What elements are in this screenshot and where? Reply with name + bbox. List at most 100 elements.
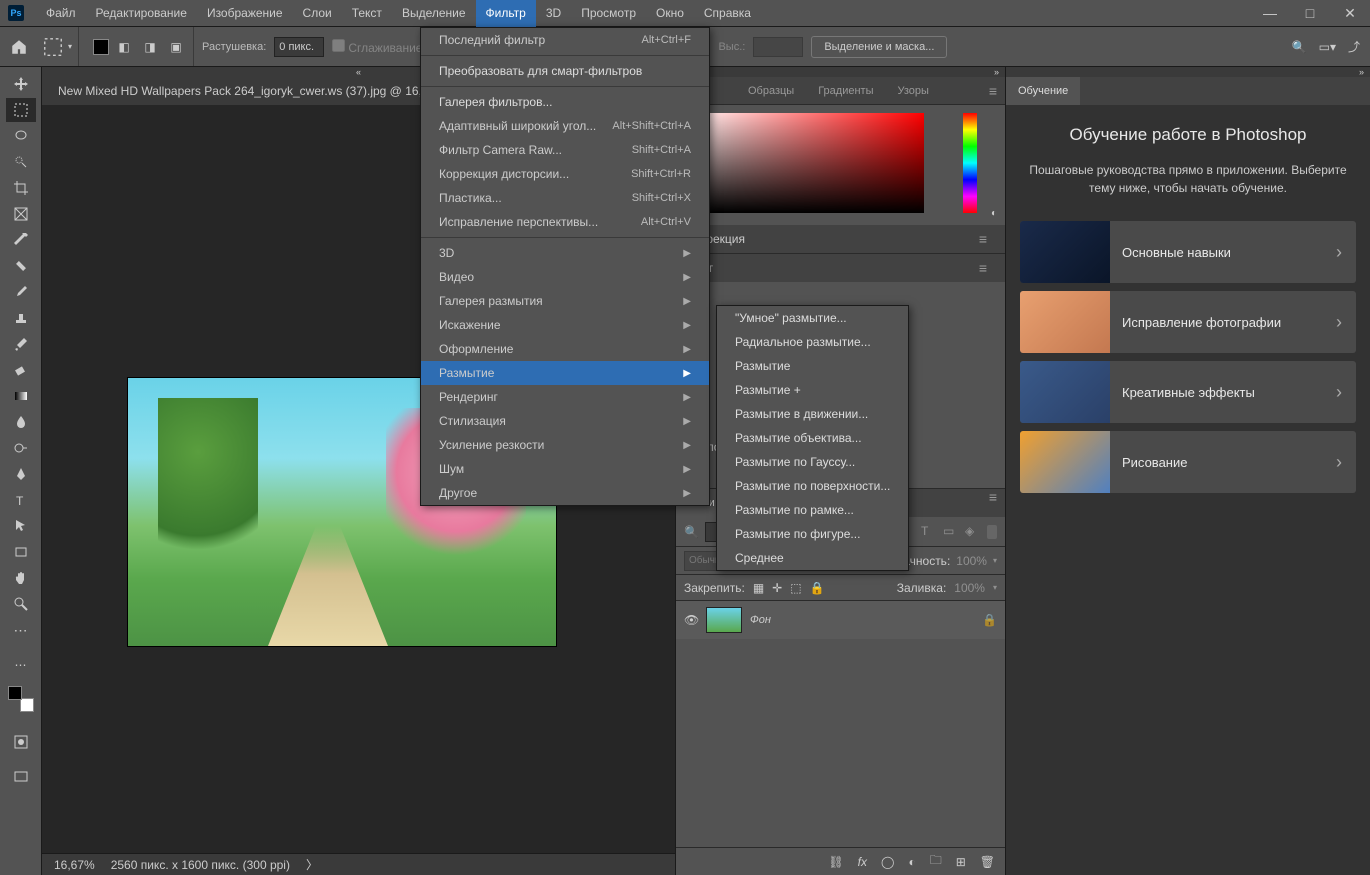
foreground-background-colors[interactable]	[6, 684, 36, 714]
lock-all-icon[interactable]: 🔒	[810, 581, 825, 595]
marquee-tool-icon[interactable]	[42, 36, 64, 58]
visibility-toggle-icon[interactable]: 👁	[684, 613, 698, 627]
pen-tool[interactable]	[6, 462, 36, 486]
share-icon[interactable]: ⤴	[1348, 38, 1360, 55]
fragment-panel-header[interactable]: мент≡	[676, 254, 1005, 282]
submenu-3d[interactable]: 3D▶	[421, 241, 709, 265]
menu-text[interactable]: Текст	[342, 0, 392, 27]
antialias-checkbox[interactable]: Сглаживание	[332, 39, 422, 55]
menu-convert-smart-filters[interactable]: Преобразовать для смарт-фильтров	[421, 59, 709, 83]
path-select-tool[interactable]	[6, 514, 36, 538]
bw-swatch-icon[interactable]: ◐	[991, 208, 997, 219]
fill-value[interactable]: 100%	[954, 581, 985, 595]
menu-lens-correction[interactable]: Коррекция дисторсии...Shift+Ctrl+R	[421, 162, 709, 186]
tab-patterns[interactable]: Узоры	[886, 77, 941, 105]
healing-tool[interactable]	[6, 254, 36, 278]
close-button[interactable]: ✕	[1330, 0, 1370, 27]
selection-add-icon[interactable]: ◧	[113, 36, 135, 58]
lock-artboard-icon[interactable]: ⬚	[790, 581, 801, 595]
blur-surface[interactable]: Размытие по поверхности...	[717, 474, 908, 498]
submenu-pixelate[interactable]: Оформление▶	[421, 337, 709, 361]
home-icon[interactable]	[10, 38, 28, 56]
screen-mode-toggle[interactable]	[6, 765, 36, 789]
submenu-blur-gallery[interactable]: Галерея размытия▶	[421, 289, 709, 313]
menu-filter[interactable]: Фильтр	[476, 0, 536, 27]
lock-position-icon[interactable]: ✛	[772, 581, 782, 595]
menu-view[interactable]: Просмотр	[571, 0, 646, 27]
blur-box[interactable]: Размытие по рамке...	[717, 498, 908, 522]
layer-name[interactable]: Фон	[750, 614, 771, 626]
selection-new-icon[interactable]	[93, 39, 109, 55]
quick-mask-toggle[interactable]	[6, 730, 36, 754]
blur-lens[interactable]: Размытие объектива...	[717, 426, 908, 450]
submenu-stylize[interactable]: Стилизация▶	[421, 409, 709, 433]
workspace-icon[interactable]: ▭▾	[1319, 40, 1336, 54]
submenu-sharpen[interactable]: Усиление резкости▶	[421, 433, 709, 457]
type-tool[interactable]: T	[6, 488, 36, 512]
blur-tool[interactable]	[6, 410, 36, 434]
tab-swatches[interactable]: Образцы	[736, 77, 806, 105]
zoom-tool[interactable]	[6, 592, 36, 616]
menu-window[interactable]: Окно	[646, 0, 694, 27]
collapse-strip[interactable]: »	[1006, 67, 1370, 77]
opacity-value[interactable]: 100%	[956, 554, 987, 568]
menu-image[interactable]: Изображение	[197, 0, 293, 27]
feather-input[interactable]	[274, 37, 324, 57]
lock-pixels-icon[interactable]: ▦	[753, 581, 764, 595]
submenu-other[interactable]: Другое▶	[421, 481, 709, 505]
maximize-button[interactable]: □	[1290, 0, 1330, 27]
submenu-noise[interactable]: Шум▶	[421, 457, 709, 481]
tab-learn[interactable]: Обучение	[1006, 77, 1080, 105]
color-picker-panel[interactable]: ◐	[676, 105, 1005, 225]
crop-tool[interactable]	[6, 176, 36, 200]
hand-tool[interactable]	[6, 566, 36, 590]
panel-menu-icon[interactable]: ≡	[981, 83, 1005, 99]
blur-shape[interactable]: Размытие по фигуре...	[717, 522, 908, 546]
delete-layer-icon[interactable]: 🗑	[980, 855, 995, 869]
move-tool[interactable]	[6, 72, 36, 96]
select-and-mask-button[interactable]: Выделение и маска...	[811, 36, 947, 58]
edit-toolbar[interactable]: ⋯	[6, 653, 36, 677]
eraser-tool[interactable]	[6, 358, 36, 382]
filter-toggle[interactable]	[987, 525, 997, 539]
zoom-level[interactable]: 16,67%	[54, 858, 95, 872]
menu-3d[interactable]: 3D	[536, 0, 571, 27]
menu-last-filter[interactable]: Последний фильтрAlt+Ctrl+F	[421, 28, 709, 52]
submenu-video[interactable]: Видео▶	[421, 265, 709, 289]
collapse-strip[interactable]: »	[676, 67, 1005, 77]
height-input[interactable]	[753, 37, 803, 57]
hue-slider[interactable]	[963, 113, 977, 213]
menu-edit[interactable]: Редактирование	[86, 0, 197, 27]
filter-smart-icon[interactable]: ◈	[965, 524, 981, 540]
blur-smart[interactable]: "Умное" размытие...	[717, 306, 908, 330]
correction-panel-header[interactable]: Коррекция≡	[676, 225, 1005, 253]
dodge-tool[interactable]	[6, 436, 36, 460]
blur-average[interactable]: Среднее	[717, 546, 908, 570]
learn-card-creative[interactable]: Креативные эффекты›	[1020, 361, 1356, 423]
layer-thumbnail[interactable]	[706, 607, 742, 633]
more-tools[interactable]: ⋯	[6, 618, 36, 642]
menu-help[interactable]: Справка	[694, 0, 761, 27]
blur-gaussian[interactable]: Размытие по Гауссу...	[717, 450, 908, 474]
layer-fx-icon[interactable]: fx	[858, 855, 867, 869]
selection-subtract-icon[interactable]: ◨	[139, 36, 161, 58]
quick-select-tool[interactable]	[6, 150, 36, 174]
menu-vanishing-point[interactable]: Исправление перспективы...Alt+Ctrl+V	[421, 210, 709, 234]
learn-card-drawing[interactable]: Рисование›	[1020, 431, 1356, 493]
link-layers-icon[interactable]: ⛓	[828, 855, 843, 869]
menu-select[interactable]: Выделение	[392, 0, 476, 27]
adjustment-layer-icon[interactable]: ◐	[908, 855, 915, 869]
submenu-render[interactable]: Рендеринг▶	[421, 385, 709, 409]
submenu-blur[interactable]: Размытие▶	[421, 361, 709, 385]
submenu-distort[interactable]: Искажение▶	[421, 313, 709, 337]
color-field[interactable]	[684, 113, 924, 213]
blur-radial[interactable]: Радиальное размытие...	[717, 330, 908, 354]
blur-more[interactable]: Размытие +	[717, 378, 908, 402]
marquee-tool[interactable]	[6, 98, 36, 122]
minimize-button[interactable]: —	[1250, 0, 1290, 27]
chevron-down-icon[interactable]: ▾	[68, 42, 72, 51]
history-brush-tool[interactable]	[6, 332, 36, 356]
filter-shape-icon[interactable]: ▭	[943, 524, 959, 540]
tab-gradients[interactable]: Градиенты	[806, 77, 885, 105]
layer-mask-icon[interactable]: ◯	[881, 855, 894, 869]
